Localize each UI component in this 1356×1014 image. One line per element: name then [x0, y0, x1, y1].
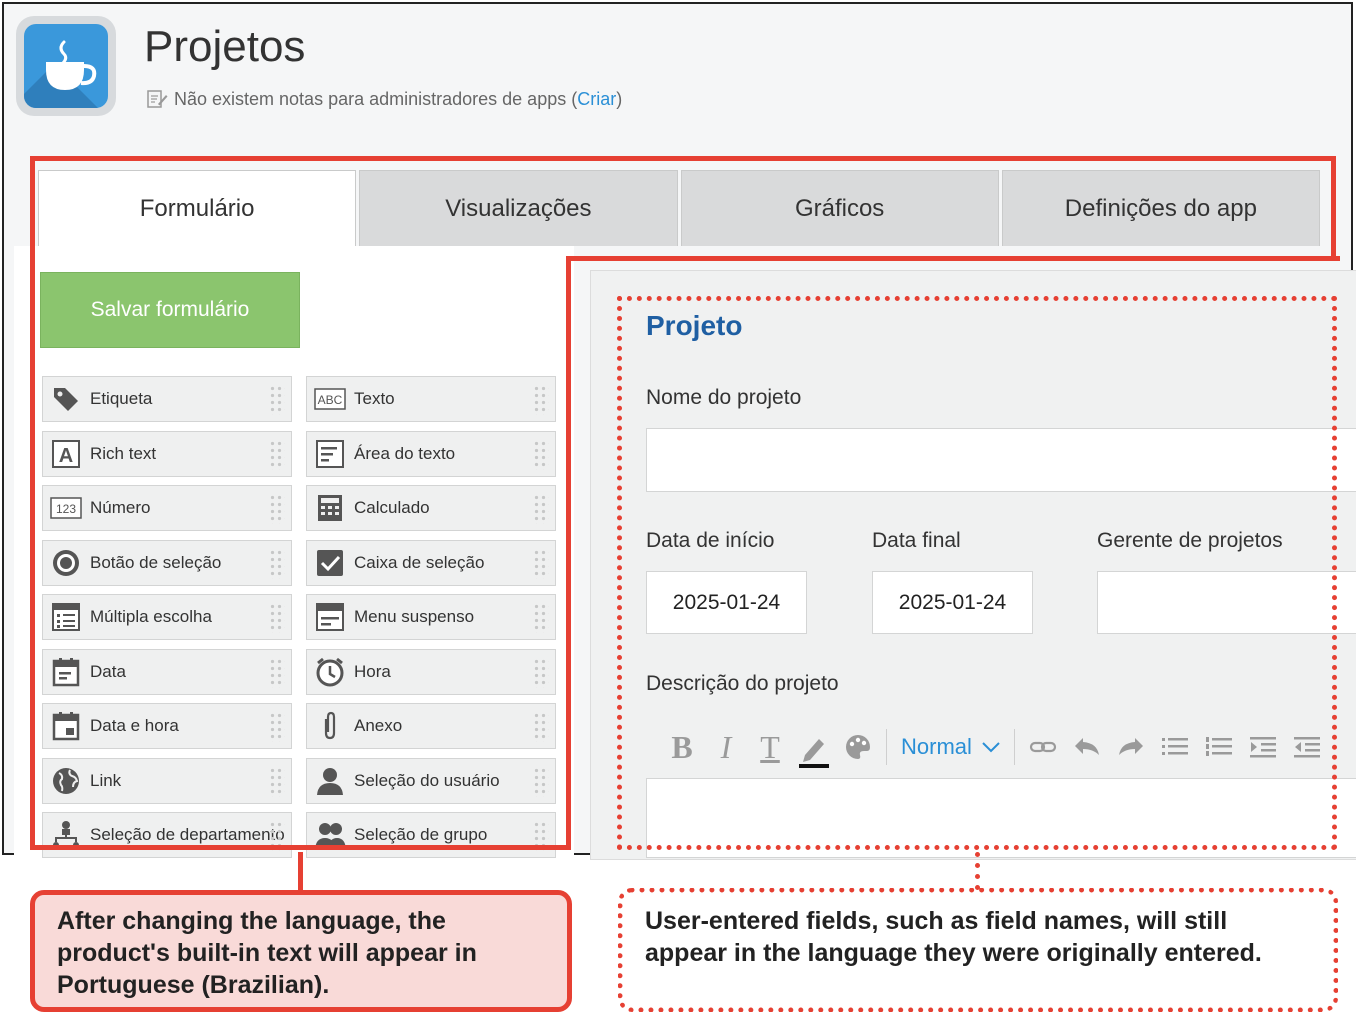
palette-item[interactable]: Data e hora: [42, 703, 292, 749]
callout-built-in-text: After changing the language, the product…: [30, 890, 572, 1012]
admin-note: Não existem notas para administradores d…: [146, 88, 622, 110]
palette-item[interactable]: Múltipla escolha: [42, 594, 292, 640]
palette-item[interactable]: ABC Texto: [306, 376, 556, 422]
palette-item-label: Botão de seleção: [90, 553, 222, 572]
svg-text:A: A: [59, 445, 73, 467]
palette-item[interactable]: Seleção do usuário: [306, 758, 556, 804]
palette-item-label: Múltipla escolha: [90, 607, 212, 626]
palette-item-label: Anexo: [354, 716, 403, 735]
palette-item-label: Menu suspenso: [354, 607, 475, 626]
multi-choice-icon: [50, 601, 82, 633]
radio-icon: [50, 547, 82, 579]
palette-item[interactable]: Link: [42, 758, 292, 804]
drag-handle-icon[interactable]: [533, 767, 549, 797]
dropdown-icon: [314, 601, 346, 633]
calculator-icon: [314, 492, 346, 524]
tabs-highlight-box: [30, 156, 1336, 260]
globe-icon: [50, 765, 82, 797]
admin-note-text: Não existem notas para administradores d…: [174, 88, 578, 109]
palette-item[interactable]: A Rich text: [42, 431, 292, 477]
clock-icon: [314, 656, 346, 688]
drag-handle-icon[interactable]: [533, 385, 549, 415]
drag-handle-icon[interactable]: [533, 440, 549, 470]
palette-item[interactable]: Etiqueta: [42, 376, 292, 422]
checkbox-icon: [314, 547, 346, 579]
note-edit-icon: [147, 90, 168, 108]
highlight-right-edge: [1331, 156, 1336, 260]
drag-handle-icon[interactable]: [533, 494, 549, 524]
calendar-icon: [50, 656, 82, 688]
svg-text:123: 123: [56, 502, 76, 516]
drag-handle-icon[interactable]: [269, 385, 285, 415]
callout-user-fields: User-entered fields, such as field names…: [618, 888, 1338, 1012]
palette-item-label: Caixa de seleção: [354, 553, 485, 572]
highlight-bottom-edge: [30, 845, 571, 850]
palette-item[interactable]: Seleção de departamento: [42, 812, 292, 858]
palette-item[interactable]: Hora: [306, 649, 556, 695]
palette-item-label: Número: [90, 498, 151, 517]
palette-item-label: Seleção do usuário: [354, 771, 500, 790]
number-icon: 123: [50, 492, 82, 524]
palette-item[interactable]: Caixa de seleção: [306, 540, 556, 586]
paperclip-icon: [314, 710, 346, 742]
drag-handle-icon[interactable]: [533, 658, 549, 688]
drag-handle-icon[interactable]: [269, 658, 285, 688]
coffee-cup-icon: [46, 40, 97, 90]
svg-text:ABC: ABC: [318, 393, 343, 407]
text-area-icon: [314, 438, 346, 470]
drag-handle-icon[interactable]: [533, 549, 549, 579]
calendar-time-icon: [50, 710, 82, 742]
palette-item[interactable]: Data: [42, 649, 292, 695]
palette-item[interactable]: Anexo: [306, 703, 556, 749]
abc-text-icon: ABC: [314, 383, 346, 415]
save-form-button[interactable]: Salvar formulário: [40, 272, 300, 348]
drag-handle-icon[interactable]: [269, 440, 285, 470]
rich-text-icon: A: [50, 438, 82, 470]
palette-item-label: Data: [90, 662, 126, 681]
drag-handle-icon[interactable]: [269, 603, 285, 633]
palette-item-label: Etiqueta: [90, 389, 153, 408]
callout-connector-left: [298, 852, 303, 892]
palette-item-label: Área do texto: [354, 444, 456, 463]
drag-handle-icon[interactable]: [269, 712, 285, 742]
user-fields-highlight-box: [617, 296, 1337, 850]
app-icon: [16, 16, 116, 116]
palette-item-label: Rich text: [90, 444, 157, 463]
palette-item[interactable]: Botão de seleção: [42, 540, 292, 586]
palette-item[interactable]: Seleção de grupo: [306, 812, 556, 858]
drag-handle-icon[interactable]: [269, 767, 285, 797]
user-icon: [314, 765, 346, 797]
drag-handle-icon[interactable]: [533, 603, 549, 633]
callout-connector-right: [975, 852, 980, 890]
palette-item-label: Texto: [354, 389, 395, 408]
create-note-link[interactable]: Criar: [577, 89, 616, 109]
admin-note-close: ): [616, 88, 623, 109]
drag-handle-icon[interactable]: [269, 549, 285, 579]
highlight-inner-edge: [566, 256, 571, 850]
palette-item[interactable]: Menu suspenso: [306, 594, 556, 640]
palette-item[interactable]: Área do texto: [306, 431, 556, 477]
highlight-left-edge: [30, 156, 35, 850]
app-title: Projetos: [144, 22, 306, 71]
highlight-mid-edge: [566, 256, 1340, 261]
tag-icon: [50, 383, 82, 415]
palette-item[interactable]: 123 Número: [42, 485, 292, 531]
palette-item[interactable]: Calculado: [306, 485, 556, 531]
drag-handle-icon[interactable]: [533, 712, 549, 742]
palette-item-label: Calculado: [354, 498, 430, 517]
palette-item-label: Seleção de departamento: [90, 825, 285, 844]
palette-item-label: Hora: [354, 662, 391, 681]
drag-handle-icon[interactable]: [269, 494, 285, 524]
palette-item-label: Data e hora: [90, 716, 179, 735]
palette-item-label: Link: [90, 771, 122, 790]
palette-item-label: Seleção de grupo: [354, 825, 488, 844]
